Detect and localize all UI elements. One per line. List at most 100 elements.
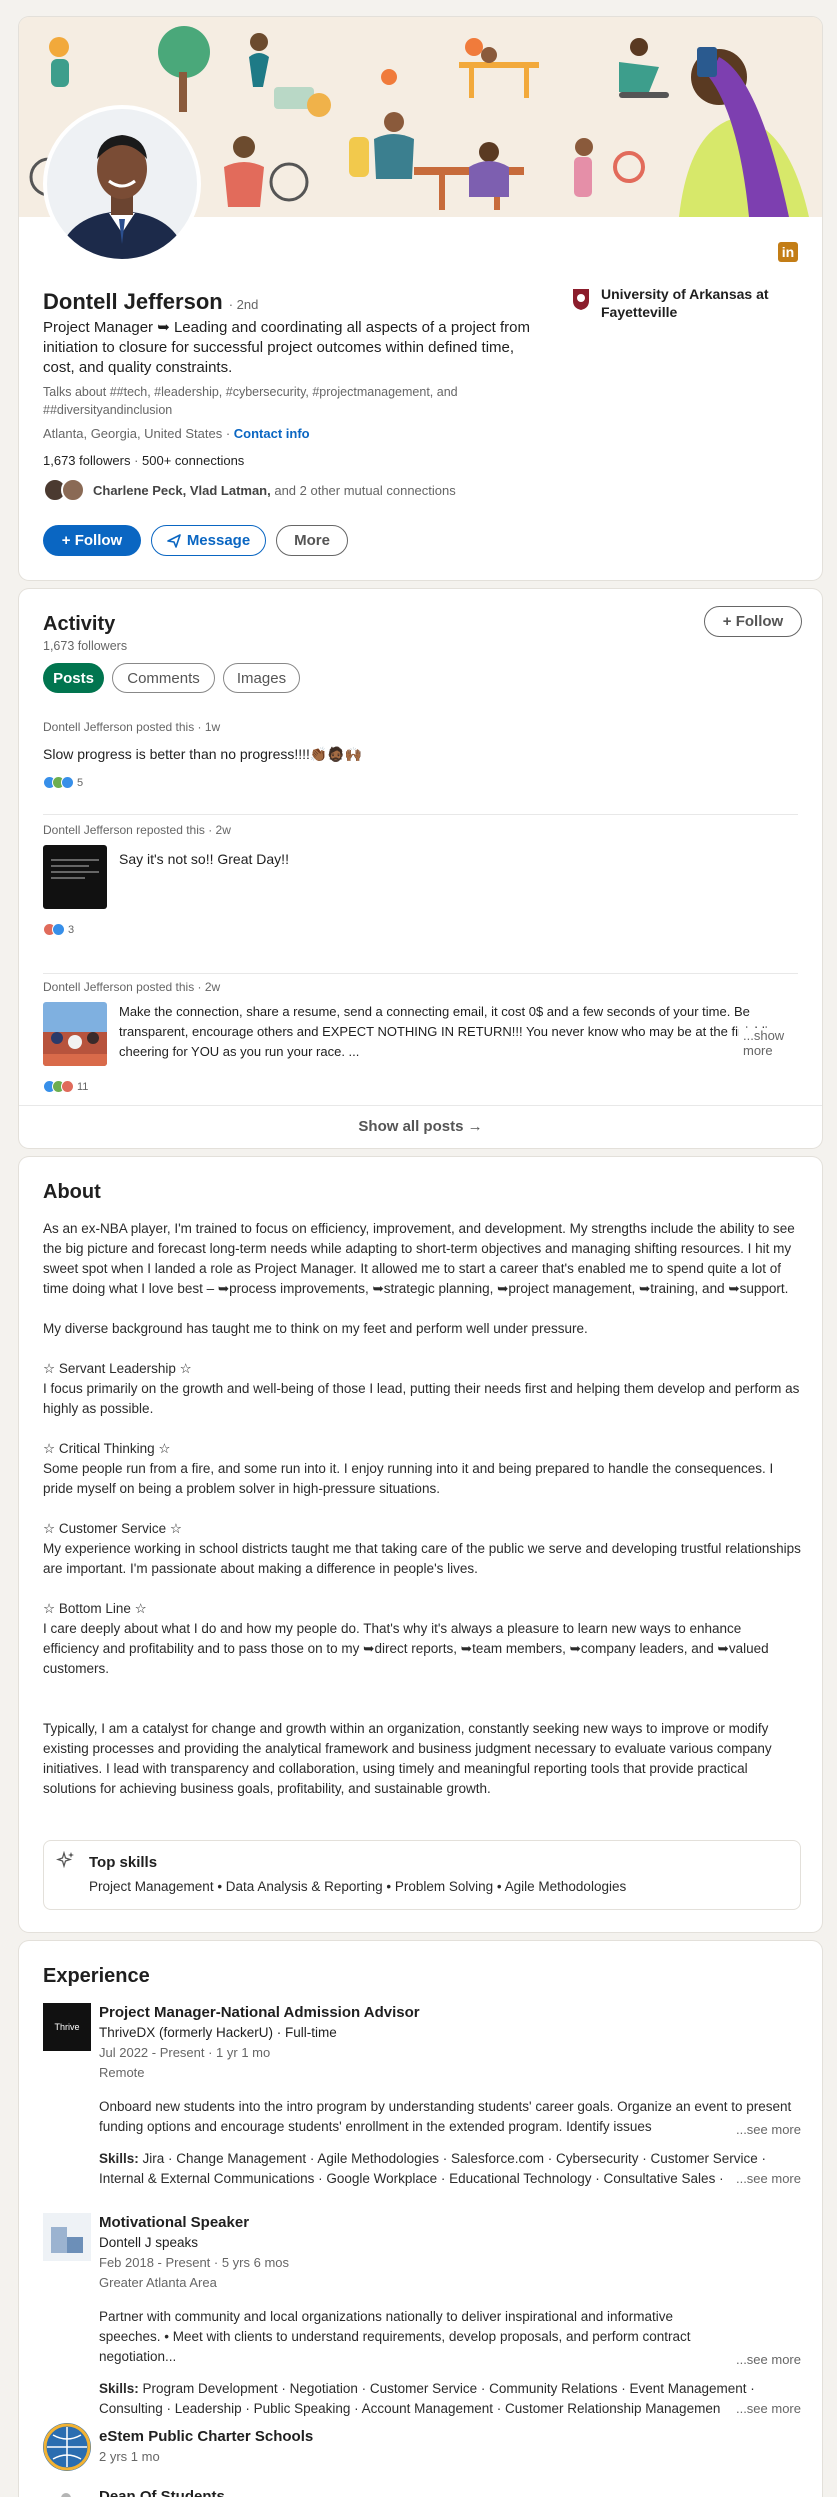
show-all-posts-button[interactable]: Show all posts → xyxy=(19,1105,822,1148)
location: Atlanta, Georgia, United States xyxy=(43,426,223,441)
post-image xyxy=(43,1002,107,1066)
about-paragraph: As an ex-NBA player, I'm trained to focu… xyxy=(43,1221,795,1296)
company-name: Dontell J speaks xyxy=(99,2235,199,2250)
see-more-link[interactable]: ...see more xyxy=(731,2169,801,2189)
post-meta: Dontell Jefferson posted this · 2w xyxy=(43,980,221,994)
activity-title: Activity xyxy=(43,613,116,635)
mutual-connections[interactable]: Charlene Peck, Vlad Latman, and 2 other … xyxy=(43,478,456,502)
reaction-icons xyxy=(43,923,65,936)
see-more-link[interactable]: ...see more xyxy=(731,2399,801,2419)
separator-dot: · xyxy=(134,453,143,468)
message-button[interactable]: Message xyxy=(151,525,266,556)
about-heading: ☆ Bottom Line ☆ xyxy=(43,1601,147,1616)
follow-button[interactable]: + Follow xyxy=(43,525,141,556)
headline: Project Manager ➥ Leading and coordinati… xyxy=(43,319,531,376)
sparkle-icon xyxy=(56,1851,74,1869)
post-item[interactable]: Dontell Jefferson posted this · 2w Make … xyxy=(43,980,798,1093)
school-name: University of Arkansas at Fayetteville xyxy=(601,286,769,320)
divider xyxy=(43,973,798,974)
skills-list: Jira · Change Management · Agile Methodo… xyxy=(99,2151,767,2186)
profile-card: in Dontell Jefferson · 2nd University of… xyxy=(19,17,822,580)
activity-followers: 1,673 followers xyxy=(43,639,128,653)
education-link[interactable]: University of Arkansas at Fayetteville xyxy=(571,285,801,321)
company-duration: 2 yrs 1 mo xyxy=(99,2449,160,2464)
see-more-link[interactable]: ...see more xyxy=(731,2122,801,2137)
reaction-count: 3 xyxy=(68,923,75,936)
about-paragraph: My diverse background has taught me to t… xyxy=(43,1321,588,1336)
post-thumbnail[interactable] xyxy=(43,845,107,909)
more-button[interactable]: More xyxy=(276,525,348,556)
send-icon xyxy=(167,533,181,548)
about-paragraph: Typically, I am a catalyst for change an… xyxy=(43,1721,772,1796)
mutual-avatar xyxy=(61,478,85,502)
globe-icon xyxy=(43,2423,91,2471)
post-thumbnail[interactable] xyxy=(43,1002,107,1066)
top-skills-list: Project Management • Data Analysis & Rep… xyxy=(89,1879,627,1894)
about-paragraph: I care deeply about what I do and how my… xyxy=(43,1621,769,1676)
company-logo: Thrive xyxy=(43,2003,91,2051)
reaction-icons xyxy=(43,776,74,789)
mutual-avatars xyxy=(43,478,85,502)
job-title[interactable]: Dean Of Students xyxy=(99,2487,225,2497)
contact-info-link[interactable]: Contact info xyxy=(234,426,310,441)
about-paragraph: Some people run from a fire, and some ru… xyxy=(43,1461,774,1496)
profile-name: Dontell Jefferson xyxy=(43,289,223,314)
job-description: Partner with community and local organiz… xyxy=(99,2309,691,2364)
school-logo-icon xyxy=(573,289,589,310)
company-name: ThriveDX (formerly HackerU) · Full-time xyxy=(99,2025,337,2040)
job-location: Greater Atlanta Area xyxy=(99,2275,217,2290)
timeline-dot xyxy=(61,2493,71,2497)
post-reactions[interactable]: 11 xyxy=(43,1080,798,1093)
reaction-icons xyxy=(43,1080,74,1093)
about-card: About As an ex-NBA player, I'm trained t… xyxy=(19,1157,822,1932)
about-heading: ☆ Critical Thinking ☆ xyxy=(43,1441,171,1456)
post-item[interactable]: Dontell Jefferson posted this · 1w Slow … xyxy=(43,720,798,789)
skills-label: Skills: xyxy=(99,2151,139,2166)
post-meta: Dontell Jefferson reposted this · 2w xyxy=(43,823,231,837)
tab-posts[interactable]: Posts xyxy=(43,663,104,693)
tab-comments[interactable]: Comments xyxy=(112,663,215,693)
post-text: Say it's not so!! Great Day!! xyxy=(119,851,289,867)
company-logo xyxy=(43,2213,91,2261)
followers-count[interactable]: 1,673 followers xyxy=(43,453,130,468)
post-meta: Dontell Jefferson posted this · 1w xyxy=(43,720,221,734)
top-skills-box[interactable]: Top skills Project Management • Data Ana… xyxy=(43,1840,801,1910)
job-dates: Jul 2022 - Present · 1 yr 1 mo xyxy=(99,2045,271,2060)
company-logo xyxy=(43,2423,91,2471)
experience-card: Experience Thrive Project Manager-Nation… xyxy=(19,1941,822,2497)
show-more-link[interactable]: ...show more xyxy=(739,1028,798,1058)
talks-about: Talks about ##tech, #leadership, #cybers… xyxy=(43,385,458,417)
company-logo-text: Thrive xyxy=(54,2022,80,2032)
tab-images[interactable]: Images xyxy=(223,663,300,693)
post-text: Make the connection, share a resume, sen… xyxy=(119,1004,783,1059)
see-more-link[interactable]: ...see more xyxy=(731,2352,801,2367)
post-reactions[interactable]: 3 xyxy=(43,923,798,936)
skills-list: Program Development · Negotiation · Cust… xyxy=(99,2381,755,2416)
top-skills-title: Top skills xyxy=(89,1854,158,1871)
linkedin-icon[interactable]: in xyxy=(778,242,798,262)
about-paragraph: I focus primarily on the growth and well… xyxy=(43,1381,800,1416)
divider xyxy=(43,814,798,815)
company-name[interactable]: eStem Public Charter Schools xyxy=(99,2427,313,2447)
message-label: Message xyxy=(186,532,251,549)
skills-label: Skills: xyxy=(99,2381,139,2396)
about-paragraph: My experience working in school district… xyxy=(43,1541,801,1576)
job-location: Remote xyxy=(99,2065,145,2080)
avatar[interactable] xyxy=(43,105,201,263)
job-title[interactable]: Project Manager-National Admission Advis… xyxy=(99,2003,801,2023)
reaction-count: 11 xyxy=(77,1080,89,1093)
connection-degree: · 2nd xyxy=(228,297,259,312)
about-heading: ☆ Customer Service ☆ xyxy=(43,1521,182,1536)
reaction-count: 5 xyxy=(77,776,84,789)
connections-count[interactable]: 500+ connections xyxy=(142,453,244,468)
post-item[interactable]: Dontell Jefferson reposted this · 2w Say… xyxy=(43,823,798,936)
job-title[interactable]: Motivational Speaker xyxy=(99,2213,801,2233)
post-text: Slow progress is better than no progress… xyxy=(43,746,363,762)
profile-photo xyxy=(47,109,197,259)
activity-follow-button[interactable]: + Follow xyxy=(704,606,802,637)
separator: · xyxy=(222,426,234,441)
mutual-rest: and 2 other mutual connections xyxy=(270,482,456,498)
job-description: Onboard new students into the intro prog… xyxy=(99,2099,792,2134)
about-heading: ☆ Servant Leadership ☆ xyxy=(43,1361,192,1376)
post-reactions[interactable]: 5 xyxy=(43,776,798,789)
